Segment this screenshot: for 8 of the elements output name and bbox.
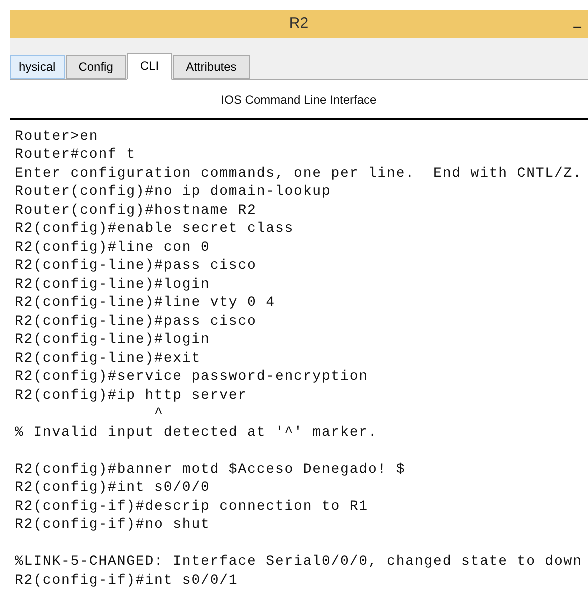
tab[interactable]: CLI: [127, 52, 172, 80]
tab[interactable]: Attributes: [173, 54, 250, 78]
tab[interactable]: hysical: [10, 54, 65, 78]
terminal-output: Router>en Router#conf t Enter configuration commands, one per line. End with CNTL/Z. Router(config)#no ip domain-lookup Router(config)#hostname R2 R2(config)#enable secret class R2(config)#line con 0 R2(config-line)#pass cisco R2(config-line)#login R2(config-line)#line vty 0 4 R2(config-line)#pass cisco R2(config-line)#login R2(config-line)#exit R2(config)#service password-encryption R2(config)#ip http server ^ % Invalid input detected at '^' marker. R2(config)#banner motd $Acceso Denegado! $ R2(config)#int s0/0/0 R2(config-if)#descrip connection to R1 R2(config-if)#no shut %LINK-5-CHANGED: Interface Serial0/0/0, changed state to down R2(config-if)#int s0/0/1: [14, 128, 584, 590]
tab[interactable]: Config: [66, 54, 126, 78]
panel-title: IOS Command Line Interface: [10, 80, 588, 120]
minimize-button[interactable]: –: [573, 16, 582, 40]
window-title: R2: [289, 14, 309, 34]
